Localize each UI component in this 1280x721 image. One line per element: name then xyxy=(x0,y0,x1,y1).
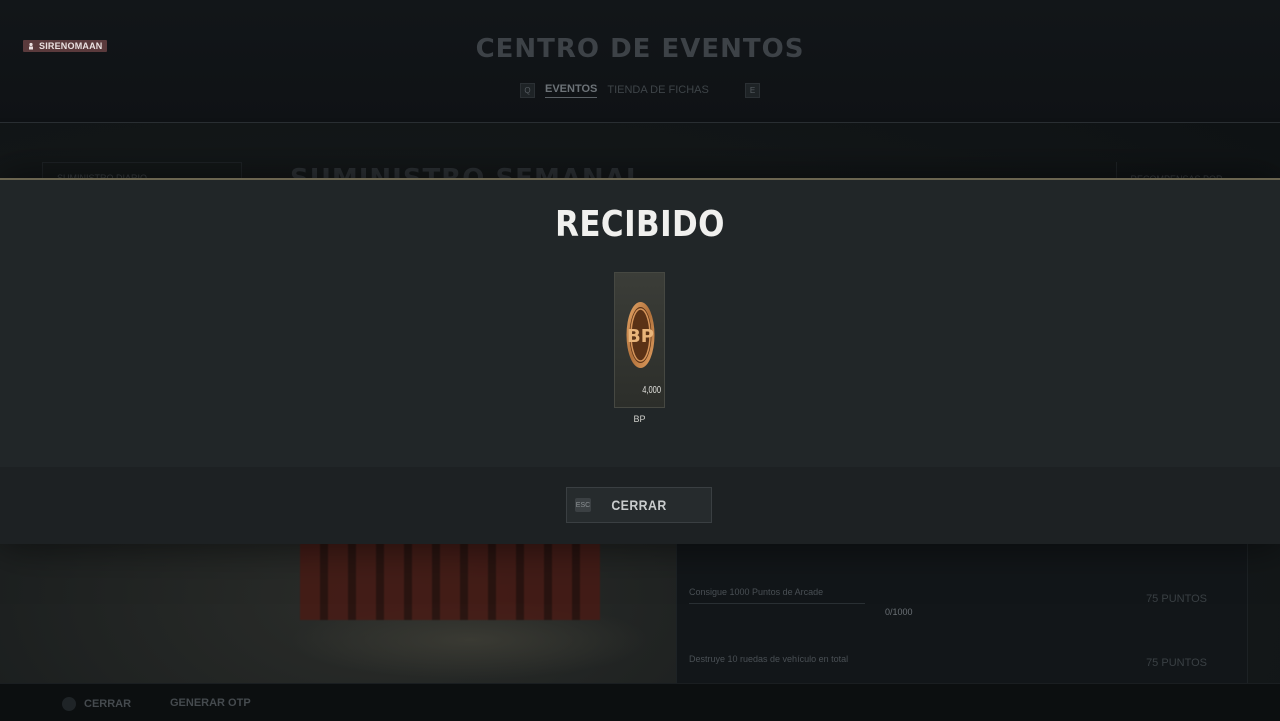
bp-coin-icon: BP xyxy=(626,302,655,368)
mission-item: Destruye 10 ruedas de vehículo en total xyxy=(689,654,848,664)
mission-points: 75 PUNTOS xyxy=(1146,657,1207,669)
received-modal: RECIBIDO BP 4,000 BP ESC CERRAR xyxy=(0,178,1280,544)
mission-progress-bar xyxy=(689,603,865,604)
reward-label: BP xyxy=(633,414,646,424)
tab-prev-key[interactable]: Q xyxy=(520,82,535,98)
mission-text: Destruye 10 ruedas de vehículo en total xyxy=(689,654,849,664)
close-button[interactable]: ESC CERRAR xyxy=(566,487,712,523)
footer-close-label: CERRAR xyxy=(84,698,132,710)
close-button-label: CERRAR xyxy=(611,497,667,513)
header-tabs: Q EVENTOS TIENDA DE FICHAS E xyxy=(520,80,760,100)
circle-button-icon xyxy=(62,697,76,711)
page-title: CENTRO DE EVENTOS xyxy=(475,34,805,64)
tab-tienda-de-fichas[interactable]: TIENDA DE FICHAS xyxy=(607,84,708,96)
supply-crate-image xyxy=(300,540,600,620)
mission-points: 75 PUNTOS xyxy=(1146,593,1207,605)
footer-close-button[interactable]: CERRAR xyxy=(62,697,131,711)
generate-otp-label: GENERAR OTP xyxy=(170,697,251,709)
svg-text:BP: BP xyxy=(627,326,654,347)
modal-title: RECIBIDO xyxy=(555,204,725,245)
tab-next-key[interactable]: E xyxy=(745,82,760,98)
event-center-header: SIRENOMAAN CENTRO DE EVENTOS Q EVENTOS T… xyxy=(0,0,1280,123)
missions-panel: Consigue 1000 Puntos de Arcade 0/1000 75… xyxy=(676,542,1248,684)
esc-key-icon: ESC xyxy=(575,498,591,512)
reward-card: BP 4,000 xyxy=(614,272,665,408)
reward-quantity: 4,000 xyxy=(642,385,661,396)
modal-footer: ESC CERRAR xyxy=(0,467,1280,544)
mission-progress: 0/1000 xyxy=(885,607,913,617)
generate-otp-button[interactable]: GENERAR OTP xyxy=(170,697,251,709)
footer-bar: CERRAR GENERAR OTP xyxy=(0,683,1280,721)
mission-text: Consigue 1000 Puntos de Arcade xyxy=(689,587,824,597)
tab-eventos[interactable]: EVENTOS xyxy=(545,83,598,98)
mission-item: Consigue 1000 Puntos de Arcade xyxy=(689,587,865,604)
